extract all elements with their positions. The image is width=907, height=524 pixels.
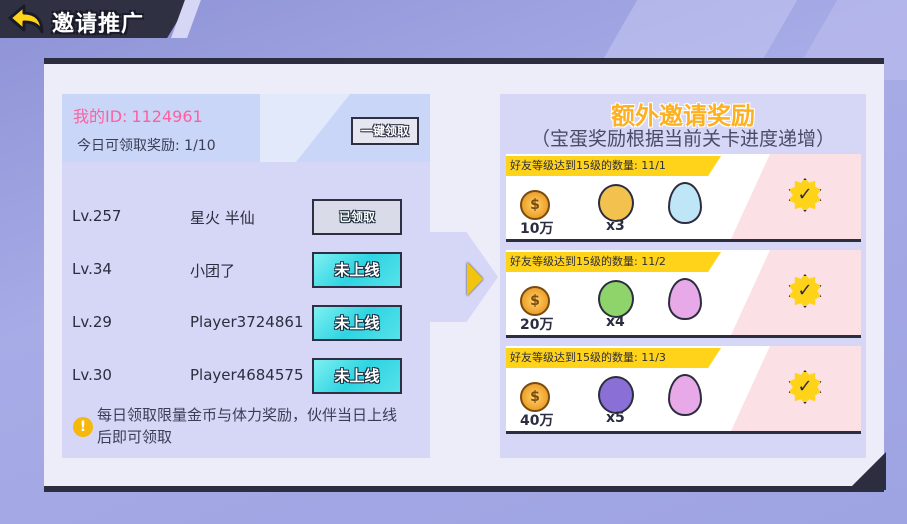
friend-name: Player4684575 (190, 366, 304, 384)
friend-level: Lv.34 (72, 260, 112, 278)
tier-label: 好友等级达到15级的数量: 11/3 (506, 348, 721, 368)
tier-label: 好友等级达到15级的数量: 11/1 (506, 156, 721, 176)
arrow-right-icon (467, 262, 483, 296)
claim-all-button[interactable]: 一键领取 (351, 117, 419, 145)
my-id-value[interactable]: 1124961 (131, 107, 202, 126)
coin-icon: $ (520, 382, 550, 412)
back-button[interactable] (6, 2, 46, 36)
egg-icon[interactable] (668, 182, 702, 224)
egg-icon[interactable] (668, 278, 702, 320)
reward-tier-card: 好友等级达到15级的数量: 11/1 $ 10万 x3 ✓ (506, 154, 861, 242)
friend-level: Lv.257 (72, 207, 122, 225)
offline-button[interactable]: 未上线 (312, 252, 402, 288)
friend-row: Lv.257 星火 半仙 已领取 (62, 197, 430, 237)
friend-name: 星火 半仙 (190, 209, 255, 227)
friend-row: Lv.34 小团了 未上线 (62, 250, 430, 290)
friend-name: Player3724861 (190, 313, 304, 331)
info-icon: ! (73, 417, 93, 437)
egg-icon[interactable] (668, 374, 702, 416)
character-quantity: x3 (606, 218, 625, 234)
coin-icon: $ (520, 286, 550, 316)
character-icon[interactable] (598, 184, 634, 222)
my-id: 我的ID: 1124961 (73, 103, 203, 127)
tier-label: 好友等级达到15级的数量: 11/2 (506, 252, 721, 272)
offline-button[interactable]: 未上线 (312, 358, 402, 394)
reward-tier-card: 好友等级达到15级的数量: 11/3 $ 40万 x5 ✓ (506, 346, 861, 434)
friend-level: Lv.29 (72, 313, 112, 331)
coin-quantity: 10万 (520, 221, 554, 237)
character-icon[interactable] (598, 376, 634, 414)
today-claim-count: 今日可领取奖励: 1/10 (77, 138, 216, 154)
character-quantity: x4 (606, 314, 625, 330)
friend-name: 小团了 (190, 262, 236, 280)
coin-quantity: 20万 (520, 317, 554, 333)
coin-icon: $ (520, 190, 550, 220)
my-id-label: 我的ID: (73, 107, 128, 126)
coin-quantity: 40万 (520, 413, 554, 429)
claimed-button[interactable]: 已领取 (312, 199, 402, 235)
reward-note: 每日领取限量金币与体力奖励，伙伴当日上线后即可领取 (97, 406, 398, 446)
character-quantity: x5 (606, 410, 625, 426)
back-arrow-icon (8, 4, 44, 34)
friend-level: Lv.30 (72, 366, 112, 384)
offline-button[interactable]: 未上线 (312, 305, 402, 341)
extra-rewards-subtitle: （宝蛋奖励根据当前关卡进度递增） (530, 128, 835, 150)
reward-tier-card: 好友等级达到15级的数量: 11/2 $ 20万 x4 ✓ (506, 250, 861, 338)
character-icon[interactable] (598, 280, 634, 318)
friend-row: Lv.30 Player4684575 未上线 (62, 356, 430, 396)
friend-row: Lv.29 Player3724861 未上线 (62, 303, 430, 343)
page-title: 邀请推广 (52, 12, 145, 37)
